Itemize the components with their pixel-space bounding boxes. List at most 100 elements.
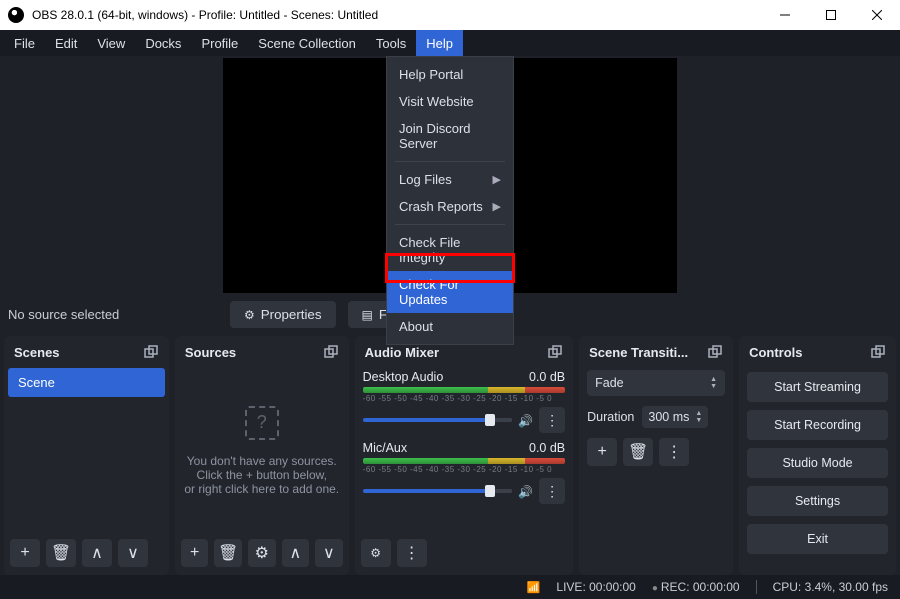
source-settings-button[interactable]: ⚙ (248, 539, 276, 567)
channel-menu-button[interactable]: ⋮ (539, 407, 565, 433)
speaker-icon[interactable] (518, 484, 533, 499)
controls-title: Controls (749, 345, 802, 360)
trash-icon: 🗑 (218, 543, 238, 563)
sources-empty-line1: You don't have any sources. (187, 454, 337, 468)
meter-scale: -60 -55 -50 -45 -40 -35 -30 -25 -20 -15 … (363, 394, 565, 403)
channel-db: 0.0 dB (529, 441, 565, 455)
duration-label: Duration (587, 410, 634, 424)
scene-item[interactable]: Scene (8, 368, 165, 397)
channel-db: 0.0 dB (529, 370, 565, 384)
transitions-panel: Scene Transiti... Fade ▲▼ Duration 300 m… (579, 336, 733, 575)
menu-edit[interactable]: Edit (45, 30, 87, 56)
popout-icon[interactable] (143, 344, 159, 360)
status-live: LIVE: 00:00:00 (556, 580, 635, 594)
dock-panels: Scenes Scene + 🗑 ∧ ∨ Sources ? You don't… (0, 336, 900, 575)
start-recording-button[interactable]: Start Recording (747, 410, 888, 440)
separator (395, 224, 505, 225)
menu-profile[interactable]: Profile (191, 30, 248, 56)
separator (395, 161, 505, 162)
add-source-button[interactable]: + (181, 539, 209, 567)
sources-empty-state[interactable]: ? You don't have any sources. Click the … (175, 368, 349, 533)
add-transition-button[interactable]: + (587, 438, 617, 466)
no-source-label: No source selected (8, 307, 218, 322)
move-source-down-button[interactable]: ∨ (315, 539, 343, 567)
trash-icon: 🗑 (628, 442, 648, 462)
scenes-panel: Scenes Scene + 🗑 ∧ ∨ (4, 336, 169, 575)
mixer-settings-button[interactable]: ⚙ (361, 539, 391, 567)
exit-button[interactable]: Exit (747, 524, 888, 554)
sources-empty-line2: Click the + button below, (197, 468, 327, 482)
help-log-files[interactable]: Log Files▶ (387, 166, 513, 193)
add-scene-button[interactable]: + (10, 539, 40, 567)
help-discord[interactable]: Join Discord Server (387, 115, 513, 157)
help-check-updates[interactable]: Check For Updates (387, 271, 513, 313)
menu-docks[interactable]: Docks (135, 30, 191, 56)
record-dot-icon (652, 580, 661, 594)
mixer-channel-mic: Mic/Aux 0.0 dB -60 -55 -50 -45 -40 -35 -3… (363, 441, 565, 504)
popout-icon[interactable] (323, 344, 339, 360)
help-dropdown: Help Portal Visit Website Join Discord S… (386, 56, 514, 345)
gear-icon: ⚙ (370, 546, 381, 560)
status-cpu: CPU: 3.4%, 30.00 fps (773, 580, 888, 594)
help-portal[interactable]: Help Portal (387, 61, 513, 88)
start-streaming-button[interactable]: Start Streaming (747, 372, 888, 402)
volume-slider[interactable] (363, 489, 513, 493)
popout-icon[interactable] (870, 344, 886, 360)
menu-tools[interactable]: Tools (366, 30, 416, 56)
minimize-button[interactable] (762, 0, 808, 30)
help-crash-reports[interactable]: Crash Reports▶ (387, 193, 513, 220)
maximize-button[interactable] (808, 0, 854, 30)
help-check-integrity[interactable]: Check File Integrity (387, 229, 513, 271)
help-visit-website[interactable]: Visit Website (387, 88, 513, 115)
gear-icon: ⚙ (255, 543, 269, 563)
sources-title: Sources (185, 345, 236, 360)
volume-slider[interactable] (363, 418, 513, 422)
menu-scene-collection[interactable]: Scene Collection (248, 30, 366, 56)
status-rec: REC: 00:00:00 (661, 580, 740, 594)
menu-file[interactable]: File (4, 30, 45, 56)
network-icon (527, 580, 541, 594)
channel-menu-button[interactable]: ⋮ (539, 478, 565, 504)
popout-icon[interactable] (547, 344, 563, 360)
filters-icon (362, 307, 373, 322)
gear-icon (244, 307, 255, 322)
audio-mixer-panel: Audio Mixer Desktop Audio 0.0 dB -60 -55 … (355, 336, 573, 575)
help-about[interactable]: About (387, 313, 513, 340)
chevron-right-icon: ▶ (493, 200, 501, 213)
window-titlebar: OBS 28.0.1 (64-bit, windows) - Profile: … (0, 0, 900, 30)
obs-logo-icon (8, 7, 24, 23)
menu-help[interactable]: Help (416, 30, 463, 56)
menu-view[interactable]: View (87, 30, 135, 56)
transition-select[interactable]: Fade ▲▼ (587, 370, 725, 396)
audio-meter (363, 387, 565, 393)
trash-icon: 🗑 (51, 543, 71, 563)
duration-input[interactable]: 300 ms ▲▼ (642, 406, 708, 428)
channel-name: Mic/Aux (363, 441, 407, 455)
settings-button[interactable]: Settings (747, 486, 888, 516)
popout-icon[interactable] (707, 344, 723, 360)
move-source-up-button[interactable]: ∧ (282, 539, 310, 567)
close-button[interactable] (854, 0, 900, 30)
audio-meter (363, 458, 565, 464)
speaker-icon[interactable] (518, 413, 533, 428)
remove-transition-button[interactable]: 🗑 (623, 438, 653, 466)
menubar: File Edit View Docks Profile Scene Colle… (0, 30, 900, 56)
window-title: OBS 28.0.1 (64-bit, windows) - Profile: … (32, 8, 762, 22)
move-scene-down-button[interactable]: ∨ (118, 539, 148, 567)
meter-scale: -60 -55 -50 -45 -40 -35 -30 -25 -20 -15 … (363, 465, 565, 474)
chevron-right-icon: ▶ (493, 173, 501, 186)
studio-mode-button[interactable]: Studio Mode (747, 448, 888, 478)
updown-icon: ▲▼ (710, 376, 717, 390)
transition-menu-button[interactable]: ⋮ (659, 438, 689, 466)
remove-source-button[interactable]: 🗑 (214, 539, 242, 567)
mixer-channel-desktop: Desktop Audio 0.0 dB -60 -55 -50 -45 -40 … (363, 370, 565, 433)
sources-empty-line3: or right click here to add one. (184, 482, 339, 496)
move-scene-up-button[interactable]: ∧ (82, 539, 112, 567)
scenes-title: Scenes (14, 345, 60, 360)
mixer-title: Audio Mixer (365, 345, 439, 360)
channel-name: Desktop Audio (363, 370, 444, 384)
properties-button[interactable]: Properties (230, 301, 336, 328)
transitions-title: Scene Transiti... (589, 345, 688, 360)
mixer-menu-button[interactable]: ⋮ (397, 539, 427, 567)
remove-scene-button[interactable]: 🗑 (46, 539, 76, 567)
